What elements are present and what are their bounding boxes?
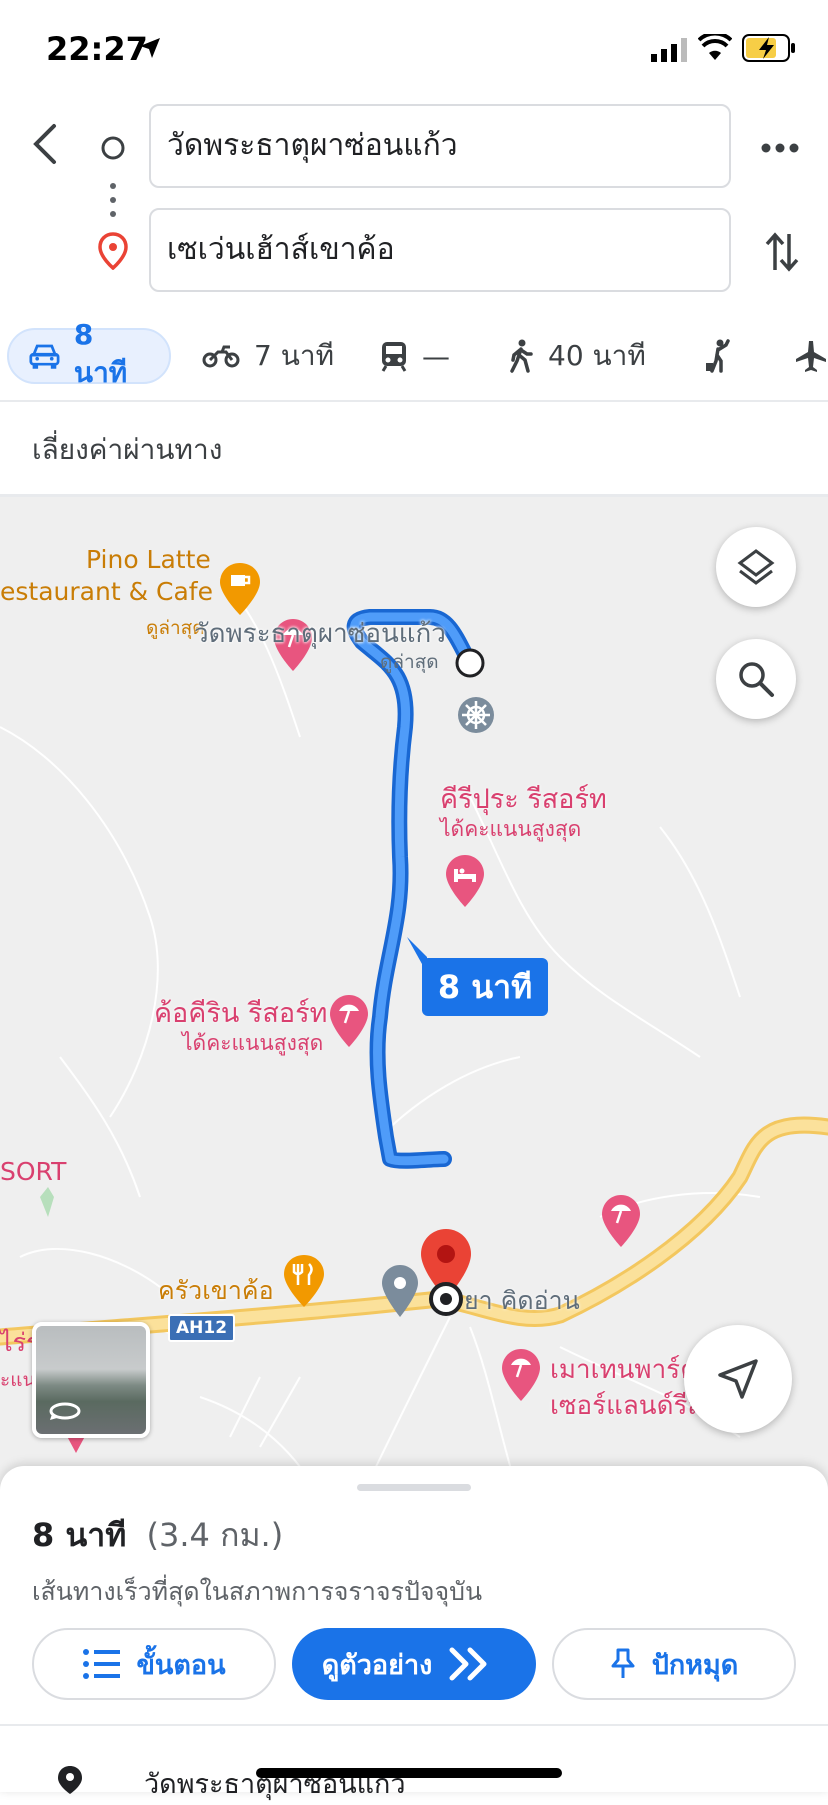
highway-shield: AH12 — [168, 1314, 236, 1342]
navigate-button[interactable] — [684, 1325, 792, 1433]
mode-walking[interactable]: 40 นาที — [508, 328, 646, 384]
transit-icon — [381, 342, 407, 372]
route-duration: 8 นาที — [32, 1516, 127, 1554]
double-chevron-icon — [449, 1647, 487, 1681]
highway-label: AH12 — [176, 1318, 228, 1338]
resort-east-pin-icon[interactable] — [600, 1193, 642, 1249]
mode-divider — [0, 400, 828, 402]
route-dots-icon — [110, 183, 116, 217]
pin-label: ปักหมุด — [651, 1649, 739, 1681]
origin-field[interactable]: วัดพระธาตุผาซ่อนแก้ว — [149, 104, 731, 188]
pin-icon — [611, 1648, 635, 1678]
battery-charging-icon — [742, 34, 795, 62]
poi-label-mountain-line2[interactable]: เซอร์แลนด์รีส — [550, 1385, 703, 1426]
mode-motorcycle[interactable]: 7 นาที — [202, 328, 334, 384]
poi-label-left-2[interactable]: ะแน — [0, 1365, 35, 1395]
poi-sub-kho: ได้คะแนนสูงสุด — [182, 1031, 324, 1055]
poi-label-pino[interactable]: Pino Latte — [86, 545, 211, 574]
poi-label-mountain[interactable]: เมาเทนพาร์ค — [550, 1349, 698, 1390]
place-icon — [58, 1766, 82, 1794]
route-distance: (3.4 กม.) — [146, 1516, 284, 1554]
swap-icon[interactable] — [764, 230, 800, 274]
route-summary: 8 นาที (3.4 กม.) — [32, 1510, 283, 1561]
sheet-drag-handle[interactable] — [357, 1484, 471, 1491]
layers-icon — [737, 549, 775, 585]
street-view-thumbnail[interactable] — [32, 1322, 150, 1438]
flight-icon — [796, 341, 826, 372]
poi-label-pharmacy[interactable]: ยา คิดอ่าน — [464, 1281, 580, 1321]
pin-button[interactable]: ปักหมุด — [552, 1628, 796, 1700]
home-indicator — [256, 1768, 562, 1778]
signal-icon — [651, 38, 687, 62]
destination-field[interactable]: เซเว่นเฮ้าส์เขาค้อ — [149, 208, 731, 292]
more-options-icon[interactable] — [760, 142, 800, 154]
list-icon — [83, 1649, 121, 1679]
mode-motorcycle-label: 7 นาที — [254, 339, 335, 372]
status-time: 22:27 — [46, 30, 148, 68]
ride-hail-icon — [706, 339, 730, 373]
map-search-button[interactable] — [716, 639, 796, 719]
route-duration-label: 8 นาที — [437, 967, 533, 1006]
car-icon — [29, 344, 60, 369]
poi-label-krua[interactable]: ครัวเขาค้อ — [158, 1271, 274, 1311]
preview-button[interactable]: ดูตัวอย่าง — [292, 1628, 536, 1700]
mode-walking-label: 40 นาที — [548, 339, 646, 372]
mode-transit[interactable]: — — [380, 328, 450, 384]
destination-pin-icon — [98, 232, 128, 270]
route-note: เส้นทางเร็วที่สุดในสภาพการจราจรปัจจุบัน — [32, 1577, 483, 1606]
restaurant-pin-icon[interactable] — [282, 1253, 326, 1309]
origin-circle-icon — [101, 136, 125, 160]
status-bar: 22:27 — [0, 0, 828, 90]
search-icon — [739, 662, 774, 697]
navigation-arrow-icon — [718, 1359, 758, 1399]
back-arrow-icon[interactable] — [26, 122, 66, 166]
mode-driving[interactable]: 8 นาที — [7, 318, 171, 389]
poi-sub-temple: ดูล่าสุด — [380, 651, 439, 673]
mode-driving-label: 8 นาที — [73, 317, 128, 389]
motorcycle-icon — [202, 345, 240, 368]
steps-label: ขั้นตอน — [136, 1649, 226, 1681]
poi-label-pino-line2[interactable]: estaurant & Cafe — [0, 577, 213, 606]
walk-icon — [510, 339, 533, 373]
street-view-rotate-icon — [49, 1402, 81, 1420]
destination-dot-icon — [429, 1282, 463, 1316]
hotel-pin-icon[interactable] — [444, 853, 486, 909]
route-duration-callout[interactable]: 8 นาที — [422, 958, 548, 1016]
layers-button[interactable] — [716, 527, 796, 607]
mode-flight[interactable] — [794, 328, 828, 384]
map-view[interactable]: Pino Latte estaurant & Cafe ดูล่าสุด วัด… — [0, 497, 828, 1500]
cafe-pin-icon[interactable] — [218, 561, 262, 617]
steps-button[interactable]: ขั้นตอน — [32, 1628, 276, 1700]
place-marker-icon[interactable] — [380, 1263, 420, 1319]
origin-marker-icon — [455, 648, 485, 678]
mode-transit-label: — — [422, 339, 450, 373]
wifi-icon — [698, 34, 732, 60]
location-arrow-icon — [140, 38, 160, 58]
preview-label: ดูตัวอย่าง — [321, 1649, 433, 1681]
sheet-divider — [0, 1724, 828, 1726]
route-callout-pointer — [407, 937, 427, 973]
park-pin-icon[interactable] — [500, 1347, 542, 1403]
temple-icon[interactable] — [456, 695, 496, 735]
resort-kho-pin-icon[interactable] — [328, 993, 370, 1049]
mode-ride-hail[interactable] — [704, 328, 746, 384]
directions-sheet[interactable]: 8 นาที (3.4 กม.) เส้นทางเร็วที่สุดในสภาพ… — [0, 1466, 828, 1800]
avoid-tolls-option[interactable]: เลี่ยงค่าผ่านทาง — [32, 428, 222, 472]
poi-label-sort[interactable]: SORT — [0, 1157, 66, 1186]
poi-sub-khiri: ได้คะแนนสูงสุด — [440, 817, 582, 841]
